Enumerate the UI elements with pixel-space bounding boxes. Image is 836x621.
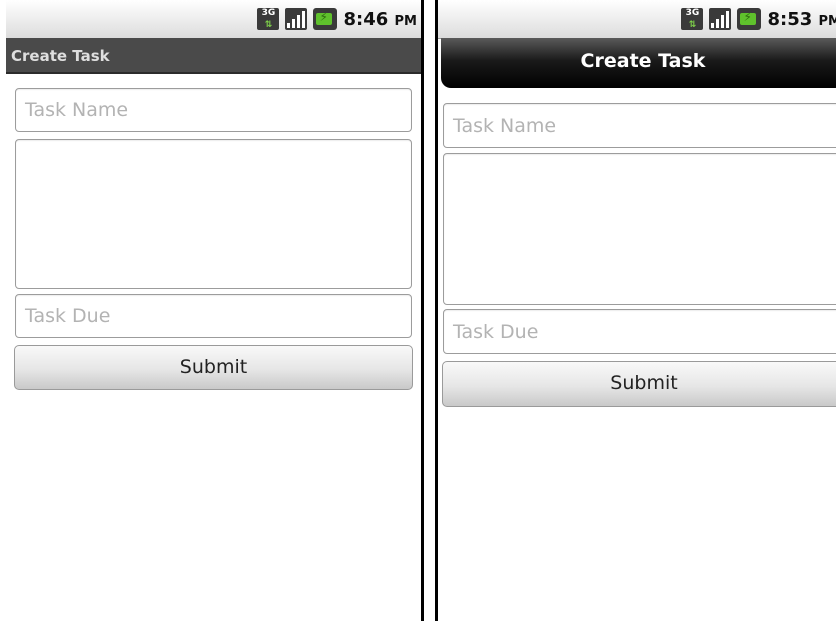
status-time: 8:46 PM: [343, 8, 417, 30]
phone-screen-right: 3G 8:53 PM Create Task Task Name Task Du…: [435, 0, 836, 621]
status-time: 8:53 PM: [767, 9, 836, 30]
status-ampm: PM: [818, 13, 836, 29]
phone-screen-left: 3G 8:46 PM Create Task Task Name Task Du…: [6, 0, 424, 621]
submit-button[interactable]: Submit: [442, 361, 836, 407]
status-ampm: PM: [394, 13, 417, 29]
task-name-placeholder: Task Name: [25, 99, 129, 121]
task-name-input[interactable]: Task Name: [443, 103, 836, 148]
task-description-input[interactable]: [15, 139, 412, 289]
task-name-placeholder: Task Name: [453, 114, 557, 137]
page-title: Create Task: [441, 38, 836, 88]
page-title: Create Task: [6, 38, 421, 74]
signal-icon: [285, 8, 308, 30]
submit-button[interactable]: Submit: [14, 345, 413, 390]
signal-icon: [709, 8, 732, 30]
task-due-placeholder: Task Due: [453, 320, 539, 343]
task-due-input[interactable]: Task Due: [15, 294, 412, 338]
3g-icon: 3G: [681, 8, 704, 30]
3g-icon: 3G: [257, 8, 280, 30]
battery-charging-icon: [313, 8, 338, 30]
task-name-input[interactable]: Task Name: [15, 88, 412, 132]
task-due-input[interactable]: Task Due: [443, 309, 836, 354]
task-due-placeholder: Task Due: [25, 305, 111, 327]
battery-charging-icon: [737, 8, 762, 30]
status-bar: 3G 8:53 PM: [438, 0, 836, 39]
task-description-input[interactable]: [443, 153, 836, 305]
status-bar: 3G 8:46 PM: [6, 0, 421, 39]
